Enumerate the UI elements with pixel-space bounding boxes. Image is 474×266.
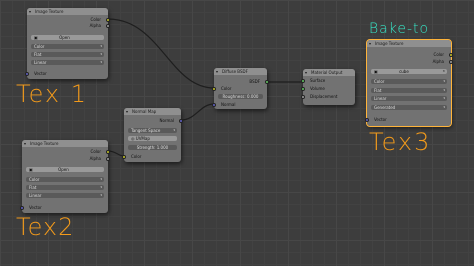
- input-vector: Vector: [25, 71, 108, 76]
- normal-map-node[interactable]: ▾ Normal Map Normal Tangent Space ▾ ◎ UVMa…: [122, 108, 183, 162]
- space-dropdown[interactable]: Tangent Space ▾: [128, 128, 177, 133]
- socket-icon[interactable]: [265, 79, 269, 84]
- output-alpha: Alpha: [367, 59, 453, 64]
- input-surface: Surface: [301, 78, 355, 83]
- socket-icon[interactable]: [449, 52, 453, 57]
- chevron-icon: ▾: [443, 96, 445, 100]
- chevron-icon: ▾: [173, 128, 175, 132]
- link-normalmap-to-diffuse: [180, 103, 215, 121]
- interpolation-dropdown[interactable]: Linear ▾: [26, 193, 104, 198]
- chevron-icon: ▾: [443, 105, 445, 109]
- output-alpha: Alpha: [22, 156, 110, 161]
- node-title: Material Output: [311, 70, 343, 75]
- input-volume: Volume: [301, 86, 355, 91]
- annotation-bake-to: Bake-to: [369, 21, 430, 37]
- node-title: Image Texture: [375, 41, 404, 46]
- node-header[interactable]: ▾ Image Texture: [367, 40, 451, 47]
- image-selector[interactable]: ▣ cube ✕: [371, 69, 447, 74]
- socket-icon[interactable]: [365, 117, 369, 122]
- chevron-icon: ▾: [100, 52, 102, 56]
- output-color: Color: [27, 17, 110, 22]
- image-icon: ▣: [34, 35, 40, 40]
- socket-icon[interactable]: [212, 86, 216, 91]
- node-header[interactable]: ▾ Normal Map: [124, 108, 181, 115]
- output-color: Color: [22, 149, 110, 154]
- image-icon: ▣: [374, 69, 380, 74]
- uv-map-field[interactable]: ◎ UVMap: [128, 136, 177, 141]
- material-output-node[interactable]: ▾ Material Output Surface Volume Displace…: [301, 69, 355, 105]
- output-bsdf: BSDF: [214, 79, 269, 84]
- input-color: Color: [122, 154, 181, 159]
- socket-icon[interactable]: [301, 94, 305, 99]
- annotation-tex1: Tex 1: [16, 80, 89, 108]
- node-header[interactable]: ▾ Image Texture: [27, 8, 108, 15]
- input-vector: Vector: [20, 205, 108, 210]
- socket-icon[interactable]: [179, 118, 183, 123]
- chevron-icon: ▾: [443, 79, 445, 83]
- image-texture-node-1[interactable]: ▾ Image Texture Color Alpha ▣ Open Color ▾…: [25, 8, 110, 79]
- output-normal: Normal: [124, 118, 183, 123]
- input-normal: Normal: [212, 102, 267, 107]
- socket-icon[interactable]: [212, 102, 216, 107]
- annotation-tex2: Tex2: [16, 213, 75, 241]
- projection-dropdown[interactable]: Flat ▾: [26, 185, 104, 190]
- socket-icon[interactable]: [122, 154, 126, 159]
- strength-field[interactable]: Strength: 1.000: [128, 145, 177, 150]
- node-header[interactable]: ▾ Material Output: [303, 69, 355, 76]
- socket-icon[interactable]: [106, 23, 110, 28]
- socket-icon[interactable]: [301, 78, 305, 83]
- chevron-icon: ▾: [100, 60, 102, 64]
- interpolation-dropdown[interactable]: Linear ▾: [31, 60, 104, 65]
- socket-icon[interactable]: [20, 205, 24, 210]
- color-space-dropdown[interactable]: Color ▾: [26, 177, 104, 182]
- output-color: Color: [367, 52, 453, 57]
- color-space-dropdown[interactable]: Color ▾: [371, 79, 447, 84]
- socket-icon[interactable]: [25, 71, 29, 76]
- image-texture-node-3[interactable]: ▾ Image Texture Color Alpha ▣ cube ✕ Color…: [365, 39, 453, 127]
- output-alpha: Alpha: [27, 23, 110, 28]
- input-vector: Vector: [365, 117, 451, 122]
- roughness-field[interactable]: Roughness: 0.000: [218, 94, 263, 99]
- chevron-icon: ▾: [100, 193, 102, 197]
- input-displacement: Displacement: [301, 94, 355, 99]
- open-image-button[interactable]: ▣ Open: [31, 35, 104, 40]
- source-dropdown[interactable]: Generated ▾: [371, 105, 447, 110]
- chevron-icon: ▾: [100, 185, 102, 189]
- node-title: Image Texture: [35, 9, 64, 14]
- node-title: Normal Map: [132, 109, 157, 114]
- socket-icon[interactable]: [106, 149, 110, 154]
- interpolation-dropdown[interactable]: Linear ▾: [371, 96, 447, 101]
- node-title: Image Texture: [30, 141, 59, 146]
- diffuse-bsdf-node[interactable]: ▾ Diffuse BSDF BSDF Color Roughness: 0.00…: [212, 68, 269, 109]
- chevron-icon: ▾: [443, 88, 445, 92]
- close-icon[interactable]: ✕: [442, 69, 445, 74]
- node-header[interactable]: ▾ Diffuse BSDF: [214, 68, 267, 75]
- link-tex1-to-diffuse: [107, 18, 215, 89]
- node-header[interactable]: ▾ Image Texture: [22, 140, 108, 147]
- socket-icon[interactable]: [449, 59, 453, 64]
- projection-dropdown[interactable]: Flat ▾: [371, 88, 447, 93]
- annotation-tex3: Tex3: [369, 128, 432, 156]
- socket-icon[interactable]: [301, 86, 305, 91]
- chevron-icon: ▾: [100, 177, 102, 181]
- socket-icon[interactable]: [106, 156, 110, 161]
- node-title: Diffuse BSDF: [222, 69, 248, 74]
- image-icon: ▣: [29, 167, 35, 172]
- open-image-button[interactable]: ▣ Open: [26, 167, 104, 172]
- image-texture-node-2[interactable]: ▾ Image Texture Color Alpha ▣ Open Color ▾…: [20, 140, 110, 213]
- color-space-dropdown[interactable]: Color ▾: [31, 44, 104, 49]
- projection-dropdown[interactable]: Flat ▾: [31, 52, 104, 57]
- input-color: Color: [212, 86, 267, 91]
- chevron-icon: ▾: [100, 44, 102, 48]
- socket-icon[interactable]: [106, 17, 110, 22]
